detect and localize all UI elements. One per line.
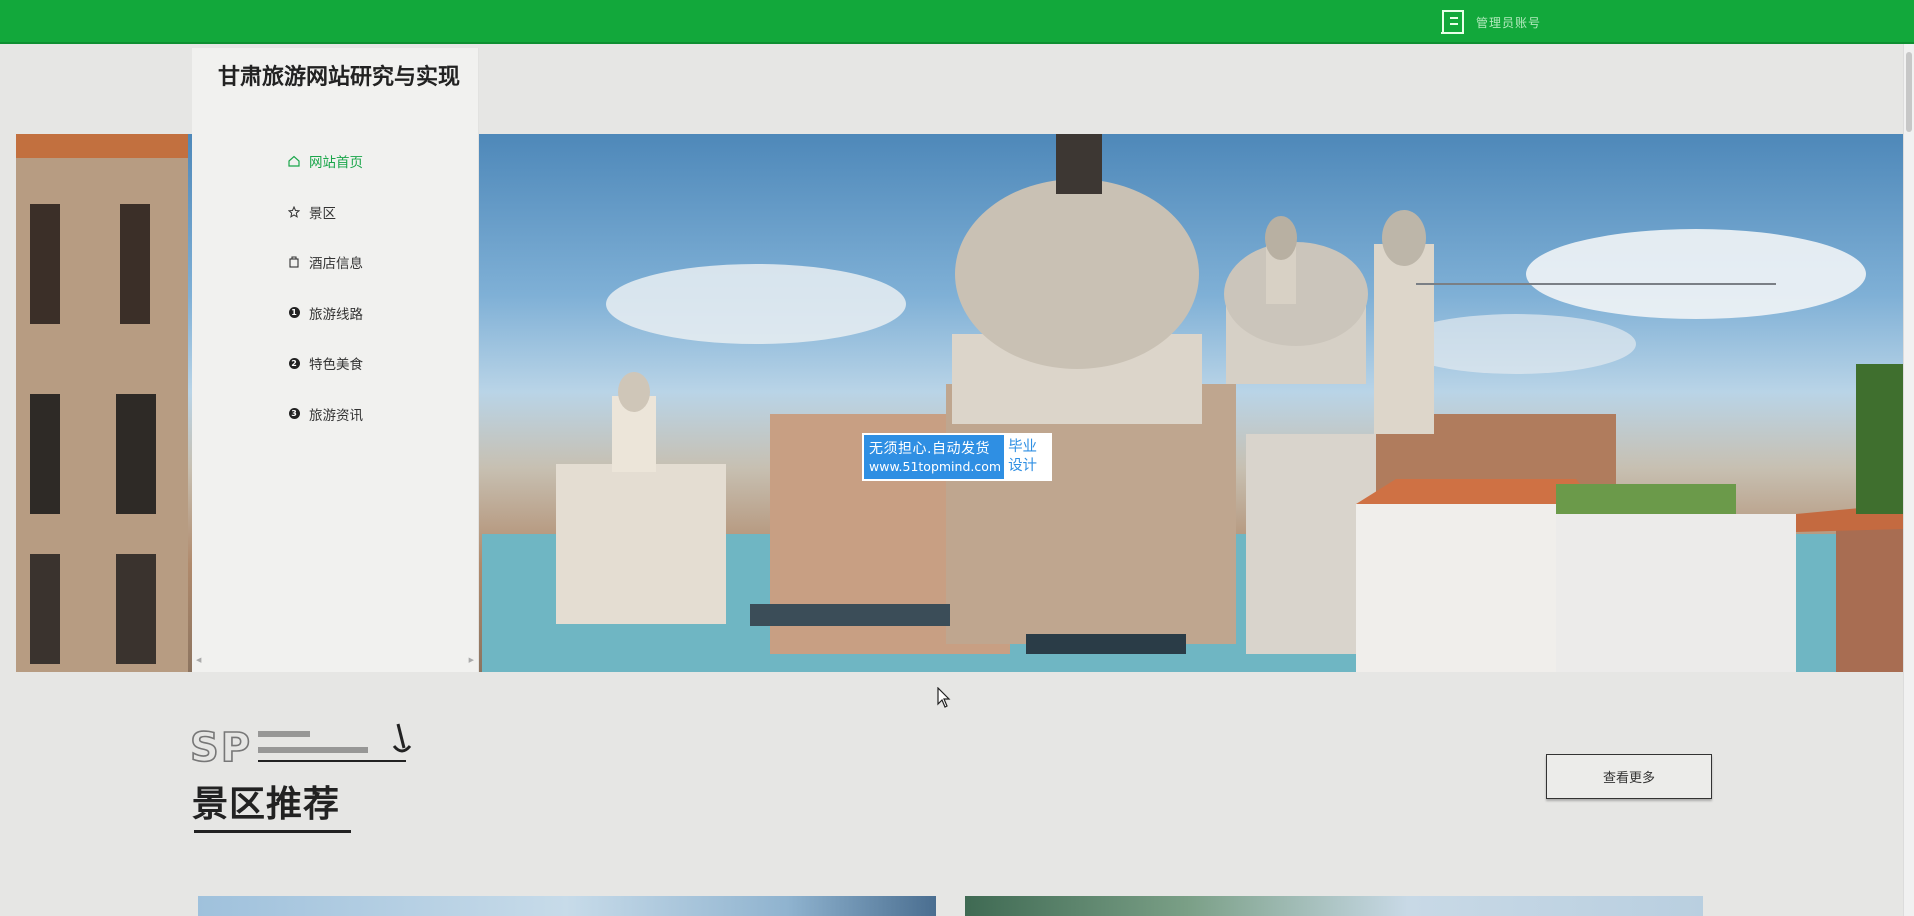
menu-label: 特色美食 [309, 357, 363, 374]
scrollbar-thumb[interactable] [1906, 52, 1912, 132]
menu-label: 酒店信息 [309, 256, 363, 273]
deco-bar [258, 731, 310, 737]
menu-item-food[interactable]: 2 特色美食 [288, 338, 363, 389]
watermark-url: www.51topmind.com [869, 458, 1002, 474]
home-icon [288, 155, 300, 167]
watermark-right-line-1: 毕业 [1008, 439, 1038, 455]
menu-item-news[interactable]: 3 旅游资讯 [288, 389, 363, 440]
section-deco-letters: SP [189, 724, 253, 772]
section-title: 景区推荐 [192, 784, 341, 825]
watermark-right-line-2: 设计 [1008, 458, 1038, 474]
menu-item-hotels[interactable]: 酒店信息 [288, 237, 363, 288]
sidebar-horizontal-scrollbar[interactable]: ◀ ▶ [196, 656, 474, 664]
menu-item-home[interactable]: 网站首页 [288, 136, 363, 187]
sidebar-menu: 网站首页 景区 酒店信息 1 旅游线路 2 特色美食 3 旅游资讯 [288, 136, 363, 439]
scenic-card-image[interactable] [198, 896, 936, 916]
top-navigation-bar: 管理员账号 [0, 0, 1914, 44]
deco-bar [258, 747, 368, 753]
number-1-icon: 1 [288, 307, 300, 319]
menu-item-scenic-spots[interactable]: 景区 [288, 187, 363, 238]
watermark-line-1: 无须担心.自动发货 [869, 440, 990, 457]
site-title: 甘肃旅游网站研究与实现 [218, 65, 461, 90]
scroll-left-arrow-icon[interactable]: ◀ [196, 656, 201, 664]
menu-label: 旅游线路 [309, 306, 363, 323]
number-2-icon: 2 [288, 357, 300, 369]
user-account-link[interactable]: 管理员账号 [1440, 8, 1541, 36]
section-title-underline [194, 830, 351, 833]
scroll-right-arrow-icon[interactable]: ▶ [469, 656, 474, 664]
view-more-button[interactable]: 查看更多 [1546, 754, 1712, 799]
scenic-card-image[interactable] [965, 896, 1703, 916]
watermark-badge: 无须担心.自动发货 www.51topmind.com 毕业 设计 [864, 435, 1051, 479]
mouse-cursor-icon [937, 687, 951, 708]
user-label: 管理员账号 [1476, 15, 1542, 30]
anchor-icon [392, 723, 412, 753]
user-panel-icon [1441, 10, 1464, 34]
menu-label: 景区 [309, 205, 336, 222]
building-icon [288, 256, 300, 268]
menu-item-routes[interactable]: 1 旅游线路 [288, 288, 363, 339]
page-vertical-scrollbar[interactable] [1903, 44, 1914, 916]
menu-label: 网站首页 [309, 155, 363, 172]
star-icon [288, 205, 300, 218]
number-3-icon: 3 [288, 408, 300, 420]
section-decoration: SP [189, 720, 420, 772]
deco-underline [258, 760, 406, 762]
sidebar: 甘肃旅游网站研究与实现 网站首页 景区 酒店信息 1 旅游线路 2 特色美食 3… [192, 48, 479, 672]
menu-label: 旅游资讯 [309, 407, 363, 424]
